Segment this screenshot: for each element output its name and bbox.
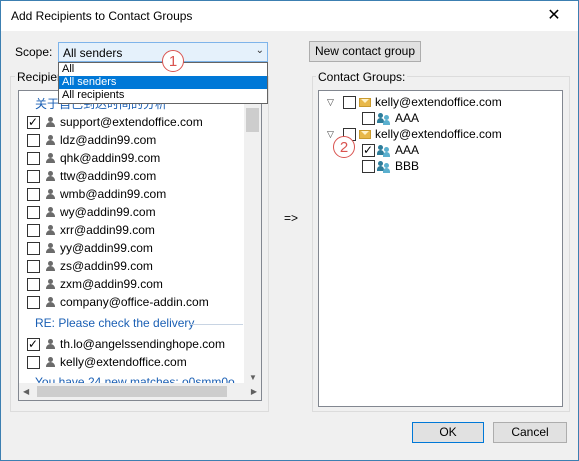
scrollbar-thumb[interactable] bbox=[246, 108, 259, 132]
contact-groups-label: Contact Groups: bbox=[316, 70, 408, 84]
contact-groups-tree[interactable]: ▽ kelly@extendoffice.com AAA ▽ kelly@ext… bbox=[318, 90, 563, 407]
person-icon bbox=[46, 189, 56, 200]
person-icon bbox=[46, 153, 56, 164]
checkbox[interactable] bbox=[27, 278, 40, 291]
checkbox[interactable] bbox=[27, 113, 40, 131]
person-icon bbox=[46, 135, 56, 146]
checkbox[interactable] bbox=[27, 206, 40, 219]
ok-button[interactable]: OK bbox=[412, 422, 484, 443]
checkbox[interactable] bbox=[27, 152, 40, 165]
scrollbar-thumb[interactable] bbox=[37, 386, 227, 397]
checkbox[interactable] bbox=[27, 188, 40, 201]
scope-option-all-recipients[interactable]: All recipients bbox=[59, 89, 267, 102]
recipient-email: yy@addin99.com bbox=[60, 241, 153, 255]
recipient-email: wmb@addin99.com bbox=[60, 187, 167, 201]
checkbox[interactable] bbox=[27, 335, 40, 353]
scope-selected-value: All senders bbox=[63, 46, 123, 60]
scope-dropdown-list: All All senders All recipients bbox=[58, 62, 268, 104]
scroll-down-icon[interactable]: ▼ bbox=[249, 373, 257, 382]
person-icon bbox=[46, 261, 56, 272]
checkbox[interactable] bbox=[27, 134, 40, 147]
checkbox[interactable] bbox=[27, 224, 40, 237]
scroll-left-icon[interactable]: ◀ bbox=[23, 387, 29, 396]
recipient-email: support@extendoffice.com bbox=[60, 115, 203, 129]
recipient-email: company@office-addin.com bbox=[60, 295, 209, 309]
checkbox[interactable] bbox=[27, 260, 40, 273]
new-contact-group-button[interactable]: New contact group bbox=[309, 41, 421, 62]
scope-label: Scope: bbox=[15, 45, 53, 59]
checkbox[interactable] bbox=[27, 296, 40, 309]
person-icon bbox=[46, 207, 56, 218]
chevron-down-icon[interactable]: ▽ bbox=[327, 125, 334, 143]
vertical-scrollbar[interactable]: ▲ ▼ bbox=[244, 91, 261, 384]
person-icon bbox=[46, 279, 56, 290]
checkbox[interactable] bbox=[362, 141, 375, 159]
person-icon bbox=[46, 339, 56, 350]
account-name: kelly@extendoffice.com bbox=[375, 95, 502, 109]
recipient-email: xrr@addin99.com bbox=[60, 223, 155, 237]
close-icon[interactable]: ✕ bbox=[544, 5, 564, 25]
checkbox[interactable] bbox=[27, 170, 40, 183]
person-icon bbox=[46, 171, 56, 182]
dialog-window: Add Recipients to Contact Groups ✕ Scope… bbox=[0, 0, 579, 461]
title-bar: Add Recipients to Contact Groups ✕ bbox=[1, 1, 578, 31]
mail-icon bbox=[359, 98, 371, 107]
chevron-down-icon[interactable]: ⌄ bbox=[256, 45, 264, 56]
scroll-right-icon[interactable]: ▶ bbox=[251, 387, 257, 396]
recipient-email: kelly@extendoffice.com bbox=[60, 355, 187, 369]
account-name: kelly@extendoffice.com bbox=[375, 127, 502, 141]
recipient-email: ttw@addin99.com bbox=[60, 169, 157, 183]
recipients-list[interactable]: 关于自己到达时间的分析 support@extendoffice.com ldz… bbox=[18, 90, 262, 401]
person-icon bbox=[46, 357, 56, 368]
section-divider bbox=[189, 324, 243, 325]
recipient-email: zs@addin99.com bbox=[60, 259, 153, 273]
contact-group-icon bbox=[377, 161, 391, 173]
horizontal-scrollbar[interactable]: ◀ ▶ bbox=[19, 383, 261, 400]
person-icon bbox=[46, 225, 56, 236]
recipient-email: th.lo@angelssendinghope.com bbox=[60, 337, 225, 351]
checkbox[interactable] bbox=[27, 242, 40, 255]
contact-group-icon bbox=[377, 145, 391, 157]
dialog-title: Add Recipients to Contact Groups bbox=[11, 9, 193, 23]
person-icon bbox=[46, 297, 56, 308]
mail-icon bbox=[359, 130, 371, 139]
step-badge-2: 2 bbox=[333, 136, 355, 158]
checkbox[interactable] bbox=[362, 112, 375, 125]
transfer-arrow: => bbox=[284, 211, 299, 225]
contact-group-icon bbox=[377, 113, 391, 125]
checkbox[interactable] bbox=[27, 356, 40, 369]
person-icon bbox=[46, 243, 56, 254]
cancel-button[interactable]: Cancel bbox=[493, 422, 567, 443]
checkbox[interactable] bbox=[362, 160, 375, 173]
step-badge-1: 1 bbox=[162, 50, 184, 72]
group-name: BBB bbox=[395, 159, 420, 173]
checkbox[interactable] bbox=[343, 96, 356, 109]
recipient-email: zxm@addin99.com bbox=[60, 277, 163, 291]
chevron-down-icon[interactable]: ▽ bbox=[327, 93, 334, 111]
scope-option-all-senders[interactable]: All senders bbox=[59, 76, 267, 89]
section-header: RE: Please check the delivery bbox=[35, 316, 195, 330]
person-icon bbox=[46, 117, 56, 128]
recipient-email: ldz@addin99.com bbox=[60, 133, 157, 147]
recipient-email: qhk@addin99.com bbox=[60, 151, 161, 165]
recipient-email: wy@addin99.com bbox=[60, 205, 156, 219]
